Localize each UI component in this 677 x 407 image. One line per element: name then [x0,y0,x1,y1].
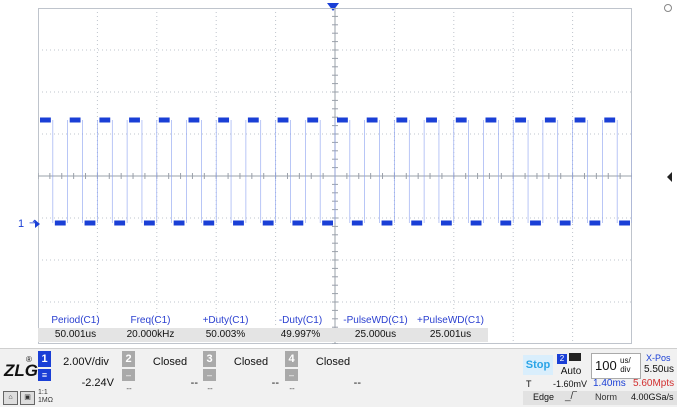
status-bar: ZLG ® ⌂ ▣ 1:1 1MΩ 1 ≡ 2.00V/div -2.24V 2… [0,348,677,407]
rising-edge-icon: _/‾ [565,391,577,402]
measurement-value: 50.001us [38,328,113,342]
trigger-source[interactable]: 2 [557,353,585,364]
run-stop-button[interactable]: Stop [523,355,553,375]
channel-3-status: Closed [233,356,269,368]
channel-3-offset: -- [271,377,279,389]
status-indicator-icon [664,4,672,12]
registered-mark: ® [26,355,32,364]
channel-4-offset: -- [353,377,361,389]
horizontal-delay: 1.40ms [593,378,626,389]
trigger-mode[interactable]: Auto [556,366,586,377]
channel-4-coupling-icon: – [285,369,298,381]
trigger-sweep-label: Norm [595,392,617,402]
channel-4-status: Closed [315,356,351,368]
channel-1-panel[interactable]: 1 ≡ 2.00V/div -2.24V [38,351,118,399]
expand-menu-arrow-icon[interactable] [667,172,672,182]
xpos-label: X-Pos [646,353,671,363]
channel-3-coupling-icon: – [203,369,216,381]
channel-1-number: 1 [38,351,51,367]
channel-2-dash: -- [126,384,132,393]
measurement-value: 20.000kHz [113,328,188,342]
measurement-label: +PulseWD(C1) [417,315,484,326]
timebase-unit: us/ div [620,356,631,374]
sample-rate: 4.00GSa/s [631,392,674,402]
measurement-value: 49.997% [263,328,338,342]
measurement-value: 25.000us [338,328,413,342]
channel-1-offset: -2.24V [81,377,114,389]
measurement-value: 25.001us [413,328,488,342]
channel-4-panel[interactable]: 4 – Closed -- -- [285,351,363,399]
measurement-bar: Period(C1) 50.001us Freq(C1) 20.000kHz +… [38,314,488,344]
channel-1-scale: 2.00V/div [63,356,109,368]
channel-2-number: 2 [122,351,135,367]
channel-2-panel[interactable]: 2 – Closed -- -- [122,351,200,399]
channel-1-offset-marker[interactable] [35,220,40,228]
measurement-negative-duty[interactable]: -Duty(C1) 49.997% [263,314,338,342]
channel-1-coupling-icon: ≡ [38,369,51,381]
channel-4-number: 4 [285,351,298,367]
trigger-display-icon [569,353,581,361]
channel-2-offset: -- [190,377,198,389]
channel-4-dash: -- [289,384,295,393]
trigger-info-row: T -1.60mV 1.40ms 5.60Mpts [523,378,677,392]
channel-3-number: 3 [203,351,216,367]
memory-depth: 5.60Mpts [633,378,675,389]
oscilloscope-screen: 1 ⬏ Period(C1) 50.001us Freq(C1) 20.000k… [0,0,677,407]
channel-3-panel[interactable]: 3 – Closed -- -- [203,351,281,399]
channel-1-ground-label: 1 [18,218,25,230]
measurement-label: Freq(C1) [130,315,171,326]
measurement-label: Period(C1) [51,315,100,326]
trigger-level[interactable]: -1.60mV [553,379,587,389]
measurement-positive-pulse-width[interactable]: +PulseWD(C1) 25.001us [413,314,488,342]
channel-2-coupling-icon: – [122,369,135,381]
trigger-type-row[interactable]: Edge _/‾ Norm 4.00GSa/s [523,391,677,405]
channel-3-dash: -- [207,384,213,393]
timebase-unit-bottom: div [620,365,631,374]
screenshot-icon[interactable]: ▣ [20,391,35,405]
measurement-negative-pulse-width[interactable]: -PulseWD(C1) 25.000us [338,314,413,342]
measurement-label: +Duty(C1) [202,315,249,326]
measurement-value: 50.003% [188,328,263,342]
waveform-display [38,8,632,344]
home-icon[interactable]: ⌂ [3,391,18,405]
measurement-positive-duty[interactable]: +Duty(C1) 50.003% [188,314,263,342]
measurement-label: -PulseWD(C1) [343,315,408,326]
measurement-label: -Duty(C1) [278,315,323,326]
xpos-value[interactable]: 5.50us [644,364,674,375]
trigger-source-badge: 2 [557,354,567,364]
channel-2-status: Closed [152,356,188,368]
timebase-value: 100 [595,358,617,373]
timebase-control[interactable]: 100 us/ div [591,353,641,379]
waveform-grid [38,8,632,344]
measurement-period[interactable]: Period(C1) 50.001us [38,314,113,342]
trigger-type-label: Edge [533,392,555,402]
timebase-unit-top: us/ [620,356,631,365]
brand-logo: ZLG [4,361,38,380]
measurement-frequency[interactable]: Freq(C1) 20.000kHz [113,314,188,342]
trigger-label: T [526,379,532,389]
